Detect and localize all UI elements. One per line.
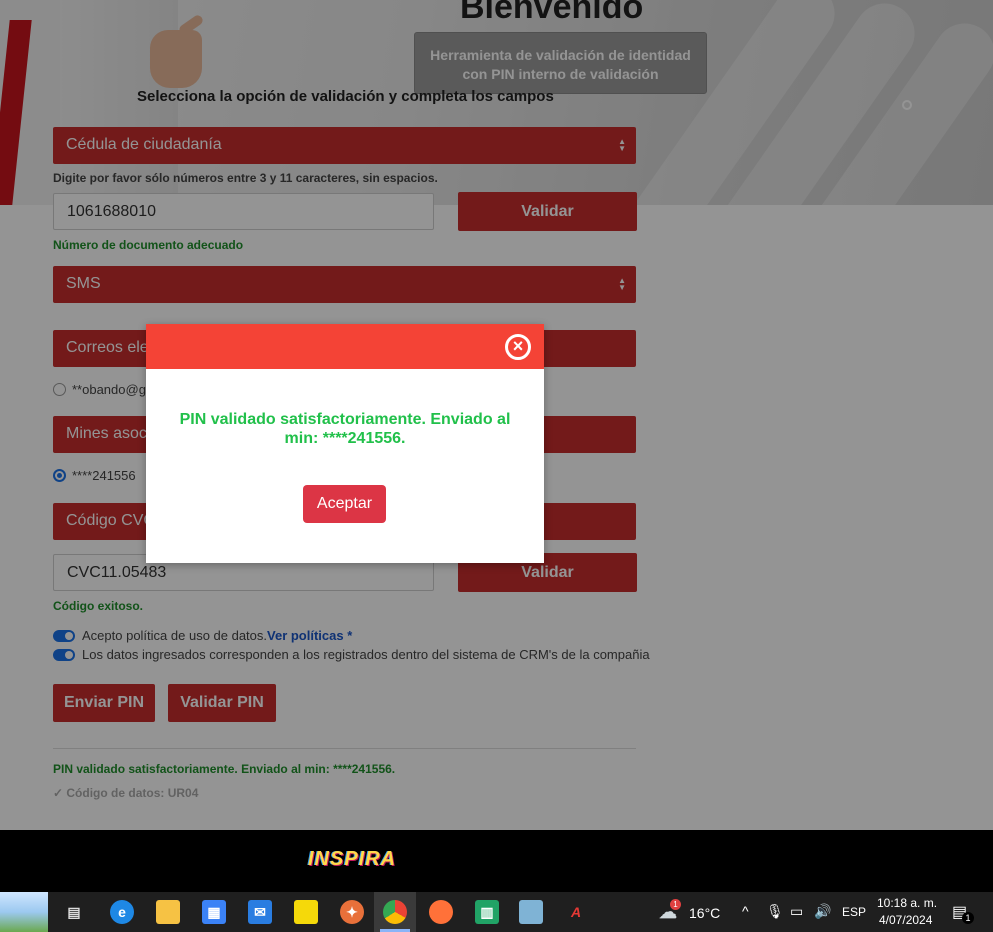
weather-badge: 1 <box>670 899 681 910</box>
chrome-icon[interactable] <box>383 900 407 924</box>
app-icon[interactable]: ✦ <box>340 900 364 924</box>
page-footer: INSPIRA <box>0 830 993 892</box>
edge-icon[interactable]: e <box>110 900 134 924</box>
network-icon[interactable]: ▭ <box>790 903 803 920</box>
microphone-icon[interactable]: 🎙 <box>766 903 784 920</box>
file-explorer-icon[interactable] <box>156 900 180 924</box>
firefox-icon[interactable] <box>429 900 453 924</box>
temperature[interactable]: 16°C <box>689 905 720 921</box>
notification-count: 1 <box>962 912 974 924</box>
clock-time[interactable]: 10:18 a. m. <box>877 896 937 910</box>
windows-taskbar: ▤ e ▦ ✉ ✦ ▥ A ☁ 1 16°C ^ 🎙 ▭ 🔊 ESP 10:18… <box>0 892 993 932</box>
volume-icon[interactable]: 🔊 <box>814 903 831 920</box>
notebook-icon[interactable] <box>519 900 543 924</box>
store-icon[interactable]: ▦ <box>202 900 226 924</box>
task-view-icon[interactable]: ▤ <box>62 900 86 924</box>
chevron-up-icon[interactable]: ^ <box>742 903 749 919</box>
inspira-logo: INSPIRA <box>308 848 397 870</box>
desktop-thumbnail[interactable] <box>0 892 48 932</box>
spreadsheet-icon[interactable]: ▥ <box>475 900 499 924</box>
sticky-notes-icon[interactable] <box>294 900 318 924</box>
modal-message: PIN validado satisfactoriamente. Enviado… <box>179 411 511 447</box>
accept-button[interactable]: Aceptar <box>303 485 386 523</box>
clock-date[interactable]: 4/07/2024 <box>879 913 932 927</box>
modal-header: × <box>146 324 544 369</box>
close-circle-icon[interactable]: × <box>505 334 531 360</box>
ac-app-icon[interactable]: A <box>564 900 588 924</box>
mail-icon[interactable]: ✉ <box>248 900 272 924</box>
confirmation-modal: × PIN validado satisfactoriamente. Envia… <box>146 324 544 563</box>
language-indicator[interactable]: ESP <box>842 905 866 919</box>
